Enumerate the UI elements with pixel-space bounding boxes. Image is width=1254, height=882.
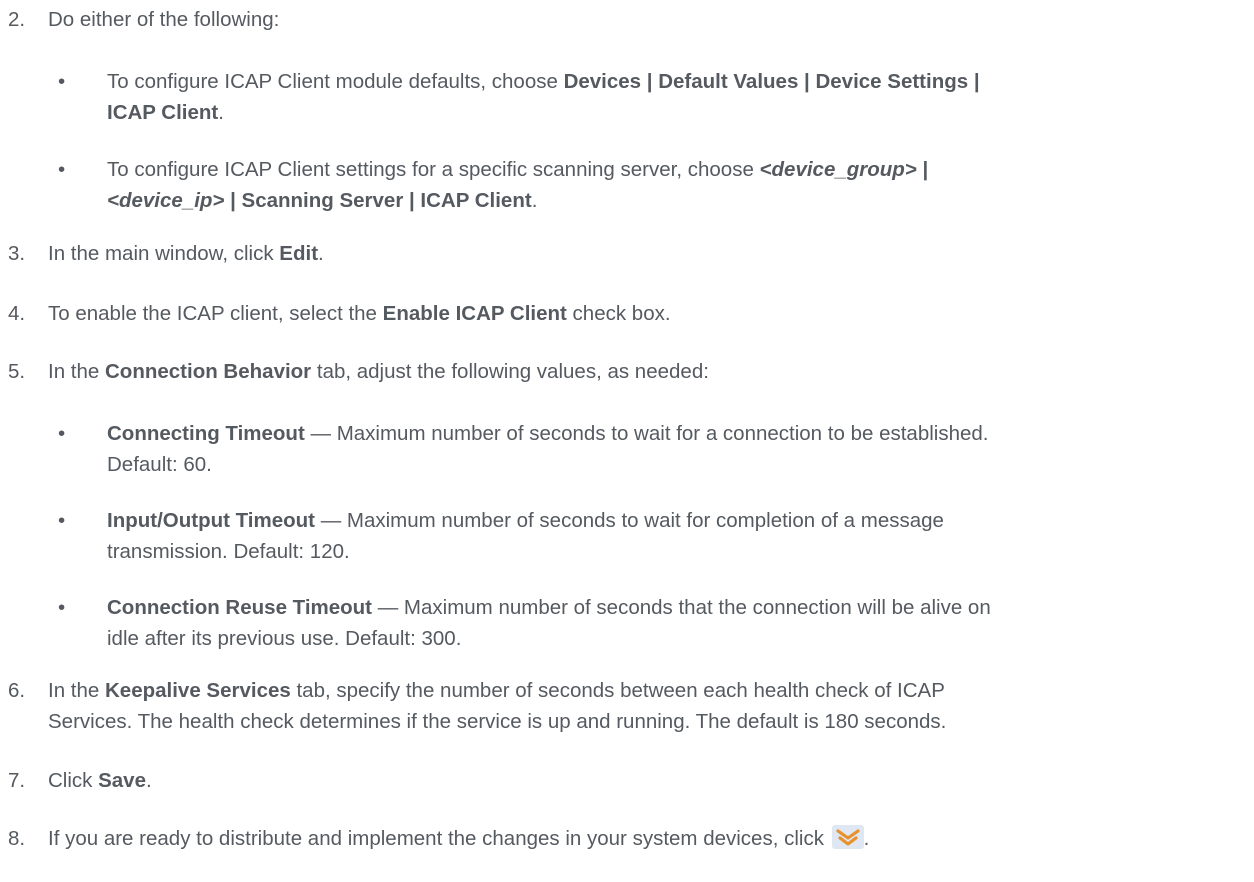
menu-path: Devices | Default Values | Device Settin…	[563, 70, 980, 93]
step-7: 7. Click Save.	[0, 765, 1244, 796]
step-text: Do either of the following:	[48, 8, 280, 31]
setting-name: Connection Reuse Timeout	[107, 596, 373, 619]
step-3: 3. In the main window, click Edit.	[0, 238, 1244, 269]
enable-icap-client-label: Enable ICAP Client	[382, 302, 567, 325]
bullet-icon: •	[58, 422, 66, 445]
step-number: 6.	[8, 679, 26, 702]
edit-label: Edit	[279, 242, 319, 265]
bullet-icon: •	[58, 158, 66, 181]
step-number: 8.	[8, 827, 26, 850]
setting-name: Input/Output Timeout	[107, 509, 315, 532]
bullet-text: Connecting Timeout — Maximum number of s…	[107, 422, 989, 476]
connection-behavior-label: Connection Behavior	[105, 360, 312, 383]
step-6: 6. In the Keepalive Services tab, specif…	[0, 675, 1244, 737]
step-text: In the main window, click Edit.	[48, 242, 324, 265]
step-4: 4. To enable the ICAP client, select the…	[0, 298, 1244, 329]
step-number: 3.	[8, 242, 26, 265]
step-text: Click Save.	[48, 769, 152, 792]
step-5: 5. In the Connection Behavior tab, adjus…	[0, 356, 1244, 387]
step-text: In the Keepalive Services tab, specify t…	[48, 679, 947, 733]
step-text: In the Connection Behavior tab, adjust t…	[48, 360, 709, 383]
step-5-bullet-io-timeout: • Input/Output Timeout — Maximum number …	[0, 505, 1246, 567]
step-number: 7.	[8, 769, 26, 792]
distribute-changes-icon	[831, 825, 864, 849]
bullet-icon: •	[58, 70, 66, 93]
step-2-bullet-specific: • To configure ICAP Client settings for …	[0, 154, 1246, 216]
menu-path: | Scanning Server | ICAP Client	[224, 189, 532, 212]
step-5-bullet-reuse-timeout: • Connection Reuse Timeout — Maximum num…	[0, 592, 1246, 654]
step-text: To enable the ICAP client, select the En…	[48, 302, 671, 325]
bullet-text: To configure ICAP Client module defaults…	[107, 70, 980, 124]
bullet-icon: •	[58, 596, 66, 619]
step-2: 2. Do either of the following:	[0, 4, 1244, 35]
bullet-text: To configure ICAP Client settings for a …	[107, 158, 929, 212]
keepalive-services-label: Keepalive Services	[105, 679, 291, 702]
step-number: 5.	[8, 360, 26, 383]
step-8: 8. If you are ready to distribute and im…	[0, 823, 1244, 854]
step-5-bullet-connecting-timeout: • Connecting Timeout — Maximum number of…	[0, 418, 1246, 480]
bullet-text: Connection Reuse Timeout — Maximum numbe…	[107, 596, 991, 650]
setting-name: Connecting Timeout	[107, 422, 305, 445]
device-ip-placeholder: <device_ip>	[107, 189, 225, 212]
bullet-text: Input/Output Timeout — Maximum number of…	[107, 509, 944, 563]
step-text: If you are ready to distribute and imple…	[48, 825, 870, 850]
step-2-bullet-defaults: • To configure ICAP Client module defaul…	[0, 66, 1246, 128]
bullet-icon: •	[58, 509, 66, 532]
device-group-placeholder: <device_group>	[759, 158, 917, 181]
save-label: Save	[98, 769, 146, 792]
step-number: 2.	[8, 8, 26, 31]
menu-path-end: ICAP Client	[107, 101, 219, 124]
step-number: 4.	[8, 302, 26, 325]
